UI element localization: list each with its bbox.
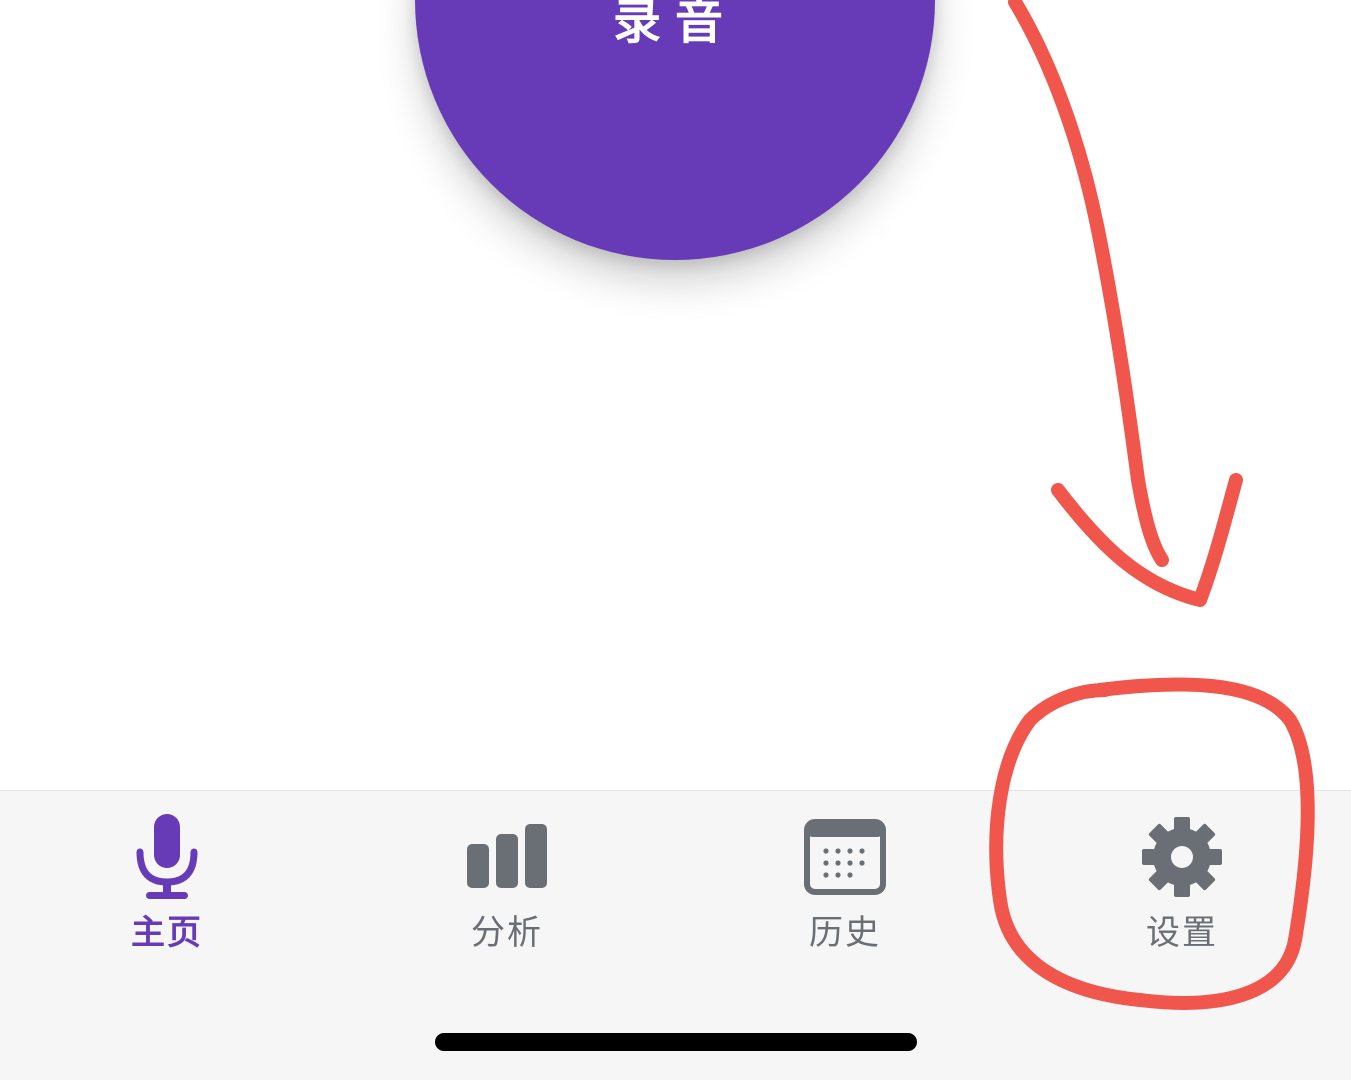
red-arrow-stroke (1008, 0, 1169, 567)
tab-home-label: 主页 (131, 913, 203, 953)
tab-history[interactable]: 历史 (745, 811, 945, 961)
tab-history-label: 历史 (809, 913, 881, 953)
red-arrowhead-stroke (1051, 473, 1243, 607)
tab-analysis[interactable]: 分析 (407, 811, 607, 961)
record-button-label: 录音 (612, 0, 737, 50)
bar-chart-icon (462, 811, 552, 903)
tab-home[interactable]: 主页 (67, 811, 267, 961)
tab-settings[interactable]: 设置 (1082, 811, 1282, 961)
tab-analysis-label: 分析 (471, 913, 543, 953)
microphone-icon (122, 811, 212, 903)
tab-settings-label: 设置 (1146, 913, 1218, 953)
record-button[interactable]: 录音 (415, 0, 935, 260)
calendar-icon (800, 811, 890, 903)
home-indicator (435, 1033, 917, 1051)
screen: 录音 主页 分析 历史 设置 (0, 0, 1351, 1080)
gear-icon (1137, 811, 1227, 903)
